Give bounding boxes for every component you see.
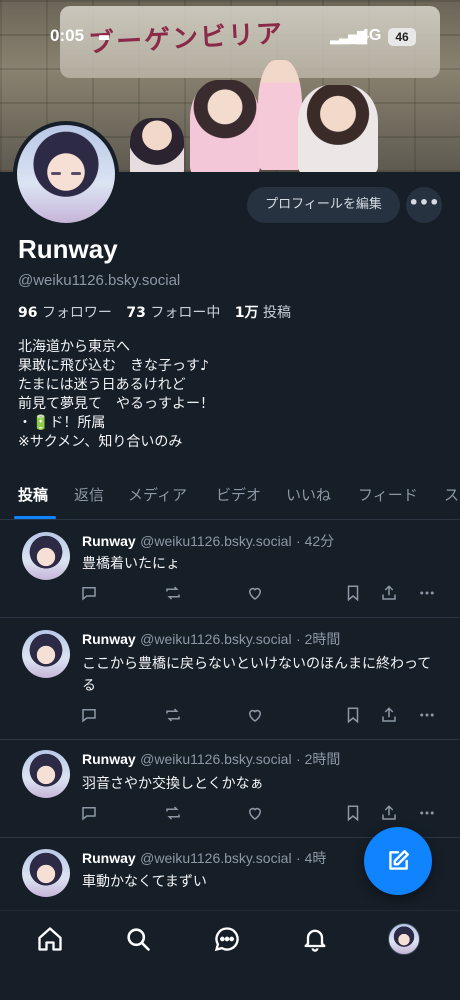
bio-line: たまには迷う日あるけれど [18,377,186,393]
home-icon[interactable] [36,925,66,955]
bookmark-icon[interactable] [344,706,364,726]
post-time: · 4時 [296,850,327,866]
post-actions [80,804,440,824]
post-time: · 42分 [296,533,335,549]
reply-icon[interactable] [80,804,100,824]
compose-icon [389,850,409,870]
bio-line: ※サクメン、知り合いのみ [18,434,183,450]
post-header: Runway @weiku1126.bsky.social · 4時 [82,848,326,868]
profile-handle: @weiku1126.bsky.social [18,272,181,289]
tab-feeds[interactable]: フィード [358,484,418,505]
following-label[interactable]: フォロー中 [150,305,220,321]
post-author-name[interactable]: Runway [82,631,136,647]
more-icon: ••• [408,193,440,212]
heart-icon[interactable] [246,804,266,824]
post-actions [80,584,440,604]
posts-label: 投稿 [262,305,291,321]
more-icon[interactable] [418,584,438,604]
post-item[interactable]: Runway @weiku1126.bsky.social · 42分 豊橋着い… [0,520,460,618]
post-actions [80,706,440,726]
compose-button[interactable] [364,827,432,895]
post-author-handle[interactable]: @weiku1126.bsky.social [140,631,291,647]
following-count[interactable]: 73 [126,305,145,321]
edit-profile-button[interactable]: プロフィールを編集 [247,187,400,223]
repost-icon[interactable] [164,804,184,824]
posts-count: 1万 [234,305,259,321]
post-avatar[interactable] [22,532,70,580]
banner-person [258,60,302,170]
search-icon[interactable] [124,925,154,955]
post-avatar[interactable] [22,630,70,678]
share-icon[interactable] [380,584,400,604]
profile-tabs: 投稿 返信 メディア ビデオ いいね フィード ス [0,470,460,520]
share-icon[interactable] [380,804,400,824]
post-header: Runway @weiku1126.bsky.social · 42分 [82,531,334,551]
post-time: · 2時間 [296,751,341,767]
post-author-name[interactable]: Runway [82,533,136,549]
bio-line: 北海道から東京へ [18,339,130,355]
bookmark-icon[interactable] [344,584,364,604]
more-icon[interactable] [418,804,438,824]
display-name: Runway [18,234,118,264]
chat-icon[interactable] [213,925,243,955]
heart-icon[interactable] [246,584,266,604]
post-text: 羽音さやか交換しとくかなぁ [82,776,264,792]
post-time: · 2時間 [296,631,341,647]
repost-icon[interactable] [164,584,184,604]
post-author-name[interactable]: Runway [82,751,136,767]
post-author-handle[interactable]: @weiku1126.bsky.social [140,850,291,866]
profile-avatar[interactable] [13,121,119,227]
bio-line: 果敢に飛び込む きな子っす♪ [18,358,209,374]
post-avatar[interactable] [22,750,70,798]
repost-icon[interactable] [164,706,184,726]
banner-person [130,118,184,172]
post-text: ここから豊橋に戻らないといけないのほんまに終わってる [82,656,432,694]
post-avatar[interactable] [22,849,70,897]
profile-bio: 北海道から東京へ 果敢に飛び込む きな子っす♪ たまには迷う日あるけれど 前見て… [18,338,214,452]
more-icon[interactable] [418,706,438,726]
status-bar: 0:05 ▬ ▂▃▅▇ 4G 46 [0,24,460,54]
battery-icon: 46 [388,28,416,46]
post-author-handle[interactable]: @weiku1126.bsky.social [140,751,291,767]
post-text: 豊橋着いたにょ [82,556,180,572]
heart-icon[interactable] [246,706,266,726]
bottom-navigation [0,910,460,1000]
tab-media[interactable]: メディア [128,484,187,505]
profile-stats: 96 フォロワー 73 フォロー中 1万 投稿 [18,302,291,322]
profile-avatar-nav[interactable] [388,923,420,955]
tab-posts[interactable]: 投稿 [18,484,48,505]
status-time: 0:05 [50,26,85,45]
reply-icon[interactable] [80,706,100,726]
post-item[interactable]: Runway @weiku1126.bsky.social · 2時間 ここから… [0,618,460,740]
post-author-name[interactable]: Runway [82,850,136,866]
share-icon[interactable] [380,706,400,726]
bookmark-icon[interactable] [344,804,364,824]
followers-count[interactable]: 96 [18,305,37,321]
bell-icon[interactable] [301,925,331,955]
bio-line: 前見て夢見て やるっすよー！ [18,396,214,412]
post-header: Runway @weiku1126.bsky.social · 2時間 [82,629,340,649]
post-author-handle[interactable]: @weiku1126.bsky.social [140,533,291,549]
profile-more-button[interactable]: ••• [406,187,442,223]
tab-replies[interactable]: 返信 [74,484,104,505]
car-icon: ▬ [98,30,111,45]
banner-person [190,80,260,172]
banner-person [298,85,378,172]
active-tab-indicator [14,516,56,519]
network-type: 4G [360,27,382,44]
bio-line: ・🔋ド！所属 [18,415,106,431]
tab-starter-packs[interactable]: ス [444,484,459,505]
tab-video[interactable]: ビデオ [216,484,261,505]
followers-label[interactable]: フォロワー [42,305,112,321]
tab-likes[interactable]: いいね [286,484,331,505]
reply-icon[interactable] [80,584,100,604]
post-header: Runway @weiku1126.bsky.social · 2時間 [82,749,340,769]
post-item[interactable]: Runway @weiku1126.bsky.social · 2時間 羽音さや… [0,740,460,838]
